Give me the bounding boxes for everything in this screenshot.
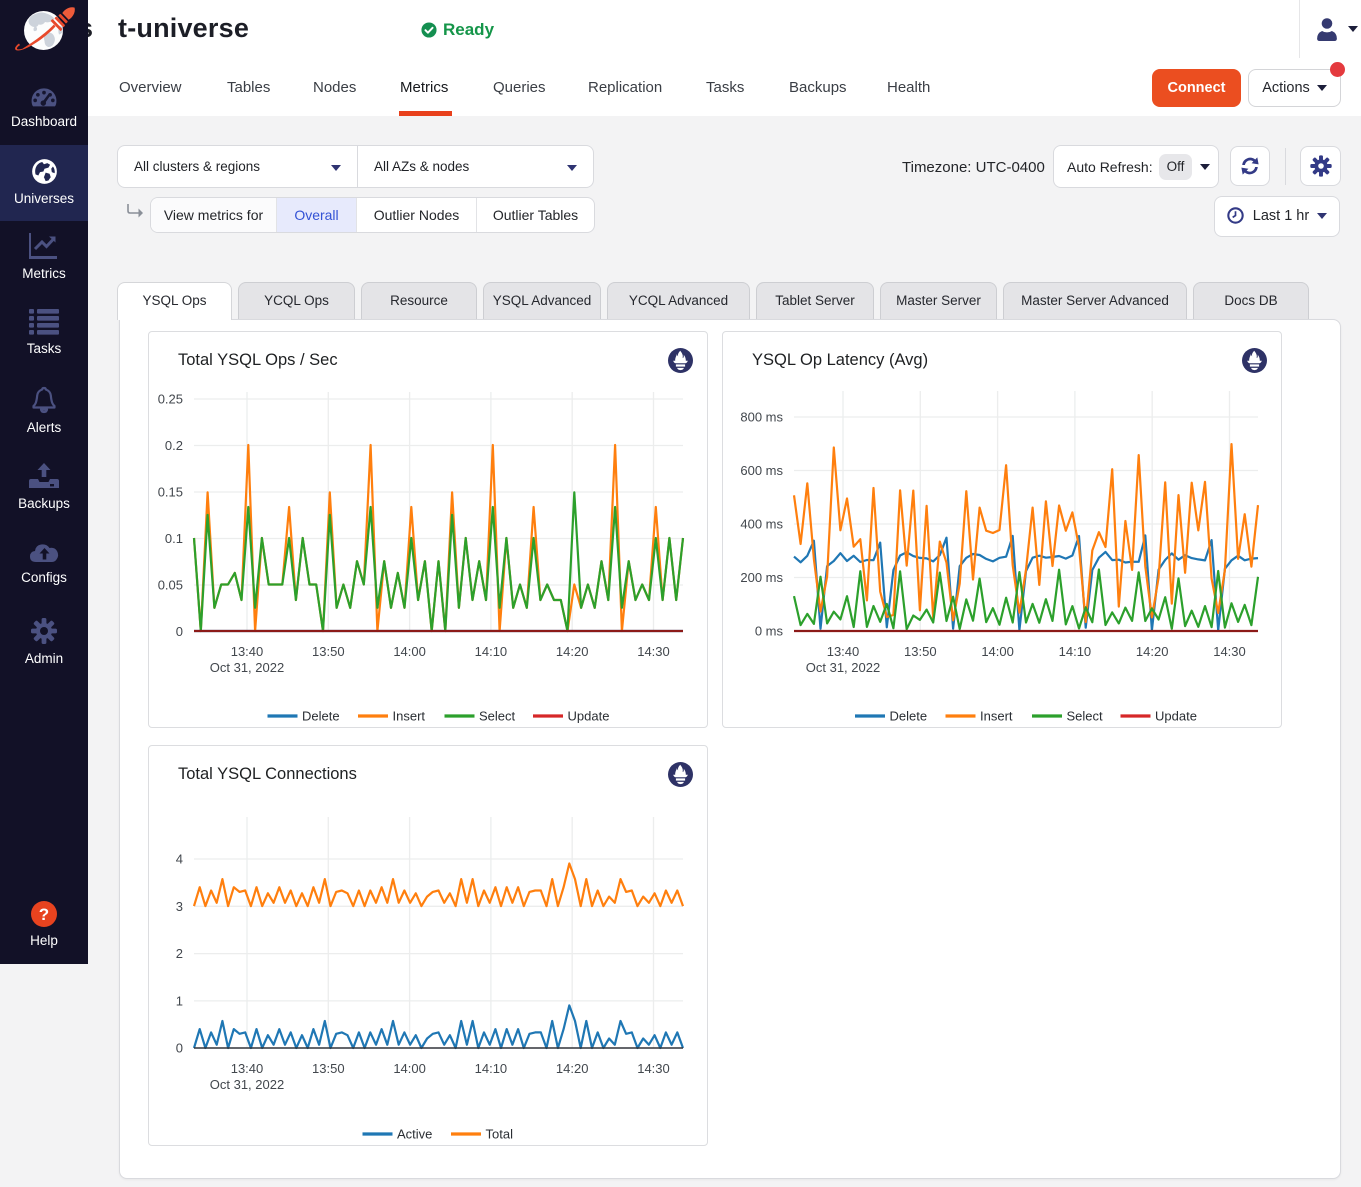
svg-text:Active: Active	[397, 1127, 432, 1142]
svg-text:1: 1	[176, 993, 183, 1008]
svg-text:14:30: 14:30	[637, 644, 670, 659]
svg-text:800 ms: 800 ms	[740, 410, 783, 425]
svg-text:13:40: 13:40	[231, 644, 264, 659]
svg-text:Select: Select	[1067, 709, 1104, 724]
svg-text:14:10: 14:10	[475, 1061, 508, 1076]
svg-text:0 ms: 0 ms	[755, 624, 784, 639]
svg-text:400 ms: 400 ms	[740, 517, 783, 532]
svg-text:0: 0	[176, 1041, 183, 1056]
svg-text:13:50: 13:50	[312, 644, 345, 659]
svg-text:Insert: Insert	[980, 709, 1013, 724]
svg-text:0.25: 0.25	[158, 392, 183, 407]
svg-text:?: ?	[39, 905, 49, 924]
svg-text:Oct 31, 2022: Oct 31, 2022	[210, 1077, 284, 1092]
svg-text:0.15: 0.15	[158, 485, 183, 500]
svg-text:14:20: 14:20	[556, 1061, 589, 1076]
svg-text:Delete: Delete	[302, 709, 340, 724]
svg-text:Total YSQL Connections: Total YSQL Connections	[178, 765, 357, 783]
svg-text:200 ms: 200 ms	[740, 570, 783, 585]
svg-text:13:40: 13:40	[231, 1061, 264, 1076]
svg-text:13:50: 13:50	[312, 1061, 345, 1076]
svg-text:Total YSQL Ops / Sec: Total YSQL Ops / Sec	[178, 351, 338, 369]
svg-text:Total: Total	[486, 1127, 514, 1142]
svg-text:2: 2	[176, 946, 183, 961]
svg-text:Oct 31, 2022: Oct 31, 2022	[806, 660, 880, 675]
svg-text:Insert: Insert	[393, 709, 426, 724]
svg-text:14:20: 14:20	[1136, 644, 1169, 659]
svg-text:Update: Update	[1155, 709, 1197, 724]
svg-text:14:00: 14:00	[393, 1061, 426, 1076]
svg-text:Select: Select	[479, 709, 516, 724]
svg-text:0.05: 0.05	[158, 578, 183, 593]
svg-text:0.2: 0.2	[165, 438, 183, 453]
svg-text:600 ms: 600 ms	[740, 463, 783, 478]
svg-text:YSQL Op Latency (Avg): YSQL Op Latency (Avg)	[752, 351, 928, 369]
svg-text:14:00: 14:00	[393, 644, 426, 659]
svg-text:0.1: 0.1	[165, 531, 183, 546]
svg-text:Oct 31, 2022: Oct 31, 2022	[210, 660, 284, 675]
svg-text:14:20: 14:20	[556, 644, 589, 659]
svg-text:14:00: 14:00	[981, 644, 1014, 659]
svg-text:4: 4	[176, 852, 183, 867]
svg-text:13:40: 13:40	[827, 644, 860, 659]
svg-text:14:10: 14:10	[1059, 644, 1092, 659]
svg-text:Update: Update	[568, 709, 610, 724]
svg-text:14:30: 14:30	[1213, 644, 1246, 659]
svg-text:Delete: Delete	[890, 709, 928, 724]
svg-text:0: 0	[176, 624, 183, 639]
svg-text:14:30: 14:30	[637, 1061, 670, 1076]
svg-text:14:10: 14:10	[475, 644, 508, 659]
svg-text:3: 3	[176, 899, 183, 914]
svg-text:13:50: 13:50	[904, 644, 937, 659]
